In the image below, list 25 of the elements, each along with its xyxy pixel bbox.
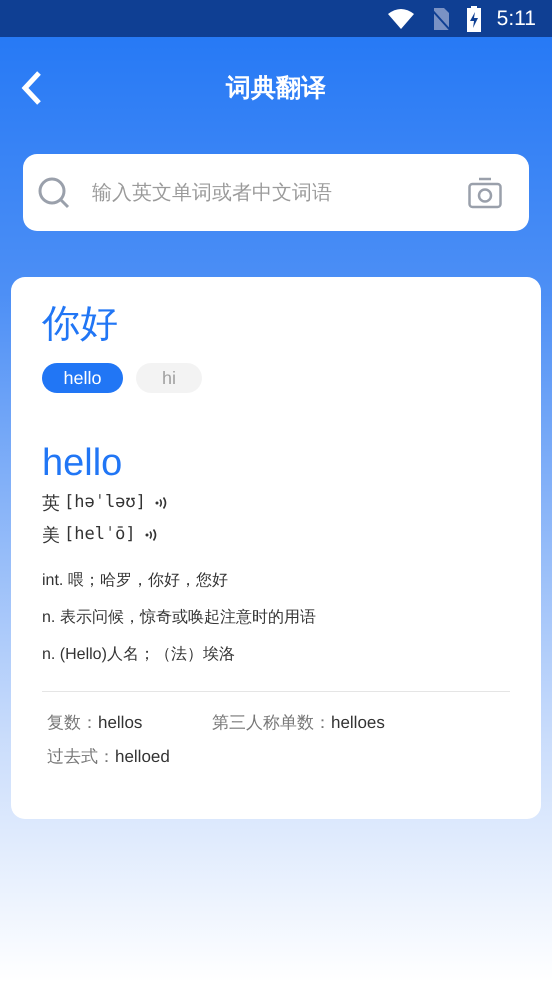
- accent-label: 美: [42, 524, 60, 546]
- battery-charging-icon: [466, 6, 481, 32]
- form-value: helloes: [331, 712, 385, 734]
- search-field[interactable]: 输入英文单词或者中文词语: [92, 178, 468, 208]
- form-label: 复数：: [47, 712, 98, 734]
- form-label: 过去式：: [47, 746, 115, 768]
- wifi-icon: [386, 8, 415, 30]
- page-title: 词典翻译: [226, 72, 326, 104]
- search-bar[interactable]: 输入英文单词或者中文词语: [23, 154, 529, 231]
- definition-text: n. (Hello)人名；（法）埃洛: [42, 644, 236, 665]
- form-value: helloed: [115, 746, 170, 768]
- definition-text: n. 表示问候，惊奇或唤起注意时的用语: [42, 608, 317, 628]
- accent-label: 英: [42, 492, 60, 514]
- translation-chip[interactable]: hello: [42, 363, 123, 393]
- search-icon: [38, 176, 70, 208]
- camera-icon[interactable]: [468, 176, 502, 208]
- headword: hello: [42, 441, 124, 485]
- form-value: hellos: [98, 712, 142, 734]
- translation-chip[interactable]: hi: [136, 363, 202, 393]
- definition-text: int. 喂；哈罗，你好，您好: [42, 571, 229, 591]
- status-time: 5:11: [496, 6, 536, 32]
- phonetic-text: [helˈō]: [64, 523, 136, 546]
- query-text: 你好: [42, 302, 119, 347]
- form-label: 第三人称单数：: [212, 712, 331, 734]
- phonetic-text: [həˈləʊ]: [64, 491, 146, 514]
